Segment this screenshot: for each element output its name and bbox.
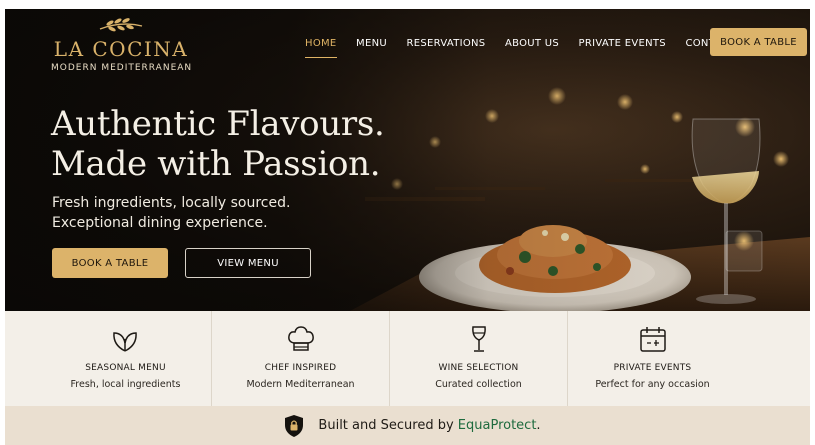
hero-subheadline-line-1: Fresh ingredients, locally sourced. xyxy=(52,195,291,211)
feature-subtitle: Curated collection xyxy=(435,379,522,390)
feature-chef-inspired: CHEF INSPIRED Modern Mediterranean xyxy=(211,311,389,406)
wine-glass-icon xyxy=(471,326,486,352)
hero-headline: Authentic Flavours. Made with Passion. xyxy=(51,104,385,184)
feature-title: SEASONAL MENU xyxy=(85,363,166,373)
hero-headline-line-2: Made with Passion. xyxy=(51,144,381,184)
hero-section: LA COCINA MODERN MEDITERRANEAN HOME MENU… xyxy=(5,9,810,311)
feature-private-events: PRIVATE EVENTS Perfect for any occasion xyxy=(567,311,810,406)
nav-item-home[interactable]: HOME xyxy=(305,38,337,58)
hero-subheadline: Fresh ingredients, locally sourced. Exce… xyxy=(52,193,290,233)
site-logo[interactable]: LA COCINA MODERN MEDITERRANEAN xyxy=(51,17,191,73)
chef-hat-icon xyxy=(287,326,314,351)
nav-item-menu[interactable]: MENU xyxy=(356,38,387,58)
main-nav: HOME MENU RESERVATIONS ABOUT US PRIVATE … xyxy=(305,38,755,58)
brand-name: LA COCINA xyxy=(53,37,189,61)
feature-seasonal-menu: SEASONAL MENU Fresh, local ingredients xyxy=(5,311,211,406)
leaf-icon xyxy=(113,332,137,352)
feature-title: CHEF INSPIRED xyxy=(264,363,337,373)
security-suffix: . xyxy=(536,418,541,433)
nav-item-reservations[interactable]: RESERVATIONS xyxy=(407,38,486,58)
feature-subtitle: Fresh, local ingredients xyxy=(70,379,181,390)
hero-subheadline-line-2: Exceptional dining experience. xyxy=(52,215,268,231)
features-strip: SEASONAL MENU Fresh, local ingredients C… xyxy=(5,311,810,406)
feature-title: PRIVATE EVENTS xyxy=(613,363,692,373)
nav-item-about-us[interactable]: ABOUT US xyxy=(505,38,559,58)
hero-book-table-button[interactable]: BOOK A TABLE xyxy=(52,248,168,278)
shield-lock-icon xyxy=(285,414,304,437)
feature-subtitle: Perfect for any occasion xyxy=(595,379,710,390)
brand-tagline: MODERN MEDITERRANEAN xyxy=(51,63,193,73)
feature-wine-selection: WINE SELECTION Curated collection xyxy=(389,311,567,406)
calendar-icon xyxy=(640,327,666,352)
feature-subtitle: Modern Mediterranean xyxy=(246,379,355,390)
feature-title: WINE SELECTION xyxy=(438,363,519,373)
page-frame: LA COCINA MODERN MEDITERRANEAN HOME MENU… xyxy=(5,9,810,445)
view-menu-button[interactable]: VIEW MENU xyxy=(185,248,311,278)
hero-headline-line-1: Authentic Flavours. xyxy=(51,104,385,144)
security-text: Built and Secured by EquaProtect. xyxy=(318,418,540,433)
security-label: Built and Secured by xyxy=(318,418,458,433)
security-badge: Built and Secured by EquaProtect. xyxy=(284,414,541,438)
nav-book-table-button[interactable]: BOOK A TABLE xyxy=(710,28,807,56)
nav-item-private-events[interactable]: PRIVATE EVENTS xyxy=(579,38,666,58)
security-bar: Built and Secured by EquaProtect. xyxy=(5,406,810,445)
security-brand-link[interactable]: EquaProtect xyxy=(458,418,537,433)
olive-branch-icon xyxy=(99,18,143,32)
